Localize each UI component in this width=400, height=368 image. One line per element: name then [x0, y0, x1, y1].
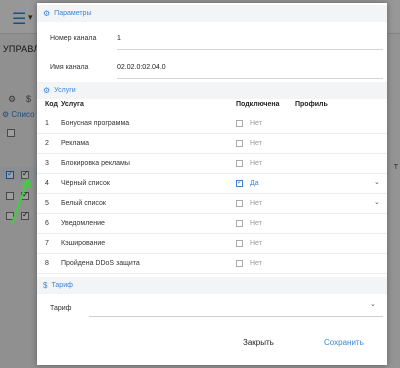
connected-checkbox[interactable] — [236, 178, 243, 187]
service-code: 3 — [45, 160, 49, 167]
service-code: 2 — [45, 140, 49, 147]
column-code: Код — [45, 101, 58, 108]
table-row: 8 Пройдена DDoS защита Нет — [37, 254, 387, 274]
connected-state: Нет — [250, 220, 262, 227]
tarif-label: Тариф — [50, 305, 72, 312]
column-profile: Профиль — [295, 101, 328, 108]
service-name: Чёрный список — [61, 180, 110, 187]
connected-checkbox[interactable] — [236, 120, 243, 127]
annotation-arrow-icon — [11, 178, 32, 225]
column-connected: Подключена — [236, 101, 280, 108]
connected-checkbox[interactable] — [236, 260, 243, 267]
table-row: 1 Бонусная программа Нет — [37, 114, 387, 134]
table-row: 2 Реклама Нет — [37, 134, 387, 154]
channel-name-field[interactable] — [117, 78, 383, 79]
channel-settings-dialog: ⚙ Параметры Номер канала 1 Имя канала 02… — [37, 3, 387, 365]
row-divider — [37, 273, 387, 274]
services-section-header: ⚙ Услуги — [37, 82, 387, 99]
service-name: Уведомление — [61, 220, 105, 227]
close-button[interactable]: Закрыть — [243, 338, 274, 347]
connected-state: Нет — [250, 140, 262, 147]
channel-number-label: Номер канала — [50, 35, 97, 42]
service-code: 4 — [45, 180, 49, 187]
connected-checkbox[interactable] — [236, 200, 243, 207]
params-section-title: Параметры — [54, 10, 92, 17]
service-code: 1 — [45, 120, 49, 127]
service-name: Кэширование — [61, 240, 106, 247]
connected-state: Нет — [250, 240, 262, 247]
table-row: 7 Кэширование Нет — [37, 234, 387, 254]
chevron-down-icon[interactable]: ⌄ — [374, 178, 380, 186]
connected-state: Нет — [250, 260, 262, 267]
channel-number-field[interactable] — [117, 49, 383, 50]
service-code: 7 — [45, 240, 49, 247]
save-button[interactable]: Сохранить — [324, 338, 364, 347]
connected-state: Нет — [250, 200, 262, 207]
table-row: 3 Блокировка рекламы Нет — [37, 154, 387, 174]
connected-state: Да — [250, 180, 259, 187]
channel-number-value: 1 — [117, 35, 121, 42]
chevron-down-icon[interactable]: ⌄ — [374, 198, 380, 206]
dollar-icon: $ — [43, 281, 48, 290]
tarif-section-header: $ Тариф — [37, 277, 387, 294]
tarif-section-title: Тариф — [51, 282, 73, 289]
channel-name-value: 02.02.0:02.04.0 — [117, 64, 166, 71]
service-name: Белый список — [61, 200, 106, 207]
channel-name-label: Имя канала — [50, 64, 89, 71]
table-row: 4 Чёрный список Да ⌄ — [37, 174, 387, 194]
services-section-title: Услуги — [54, 87, 76, 94]
params-section-header: ⚙ Параметры — [37, 5, 387, 22]
connected-state: Нет — [250, 120, 262, 127]
service-name: Блокировка рекламы — [61, 160, 130, 167]
connected-state: Нет — [250, 160, 262, 167]
connected-checkbox[interactable] — [236, 160, 243, 167]
service-code: 6 — [45, 220, 49, 227]
column-service: Услуга — [61, 101, 84, 108]
gears-icon: ⚙ — [43, 86, 51, 95]
chevron-down-icon[interactable]: ⌄ — [370, 300, 376, 308]
service-name: Бонусная программа — [61, 120, 130, 127]
table-row: 5 Белый список Нет ⌄ — [37, 194, 387, 214]
service-code: 5 — [45, 200, 49, 207]
gears-icon: ⚙ — [43, 9, 51, 18]
table-row: 6 Уведомление Нет — [37, 214, 387, 234]
service-code: 8 — [45, 260, 49, 267]
connected-checkbox[interactable] — [236, 240, 243, 247]
tarif-select[interactable] — [89, 303, 383, 317]
service-name: Пройдена DDoS защита — [61, 260, 140, 267]
connected-checkbox[interactable] — [236, 220, 243, 227]
connected-checkbox[interactable] — [236, 140, 243, 147]
service-name: Реклама — [61, 140, 90, 147]
